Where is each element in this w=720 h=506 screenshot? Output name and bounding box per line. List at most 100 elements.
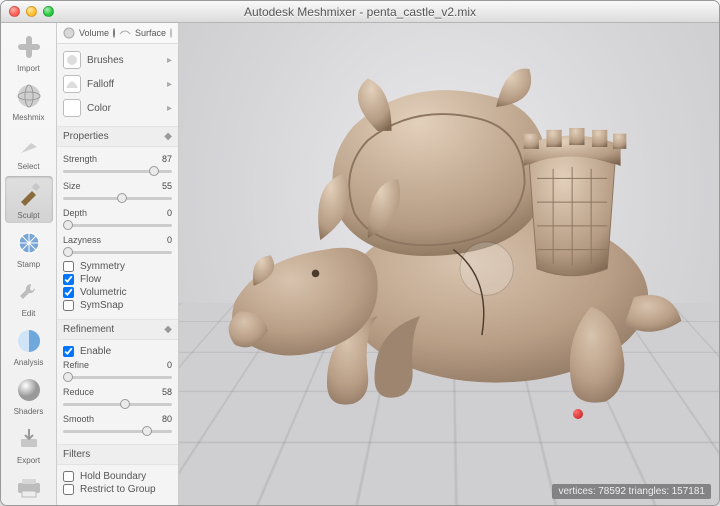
minimize-button[interactable] xyxy=(26,6,37,17)
filters-header-label: Filters xyxy=(63,449,90,460)
status-bar: vertices: 78592 triangles: 157181 xyxy=(552,484,711,499)
tool-shaders[interactable]: Shaders xyxy=(5,372,53,419)
smooth-label: Smooth xyxy=(63,414,94,424)
depth-label: Depth xyxy=(63,208,87,218)
disclosure-icon: ◆ xyxy=(164,324,172,335)
zoom-button[interactable] xyxy=(43,6,54,17)
tool-edit-label: Edit xyxy=(22,309,36,318)
viewport-3d[interactable]: vertices: 78592 triangles: 157181 xyxy=(179,23,719,505)
app-window: Autodesk Meshmixer - penta_castle_v2.mix… xyxy=(0,0,720,506)
mode-bar: Volume Surface xyxy=(57,23,178,44)
window-title: Autodesk Meshmixer - penta_castle_v2.mix xyxy=(1,5,719,19)
refinement-body: Enable Refine0 Reduce58 Smooth80 xyxy=(57,340,178,444)
tool-shaders-label: Shaders xyxy=(14,407,44,416)
triangles-value: 157181 xyxy=(672,486,705,497)
content-area: Import Meshmix Select Sculpt Stamp Edit xyxy=(1,23,719,505)
printer-icon xyxy=(14,473,44,503)
refine-slider[interactable] xyxy=(63,376,172,379)
tool-analysis-label: Analysis xyxy=(14,358,44,367)
color-swatch-icon xyxy=(63,99,81,117)
tool-edit[interactable]: Edit xyxy=(5,274,53,321)
properties-panel: Volume Surface Brushes▸ Falloff▸ Color▸ … xyxy=(57,23,179,505)
tool-select-label: Select xyxy=(17,162,39,171)
model-triceratops-castle xyxy=(211,52,686,447)
falloff-label: Falloff xyxy=(87,79,114,90)
tool-sculpt-label: Sculpt xyxy=(17,211,39,220)
strength-value: 87 xyxy=(162,154,172,164)
reduce-label: Reduce xyxy=(63,387,94,397)
tool-stamp[interactable]: Stamp xyxy=(5,225,53,272)
size-slider[interactable] xyxy=(63,197,172,200)
chevron-right-icon: ▸ xyxy=(167,79,172,90)
plus-icon xyxy=(14,32,44,62)
symmetry-label: Symmetry xyxy=(80,261,125,272)
lazyness-value: 0 xyxy=(167,235,172,245)
triangles-label: triangles: xyxy=(629,486,670,497)
vertices-value: 78592 xyxy=(598,486,626,497)
tool-print[interactable]: Print xyxy=(5,470,53,506)
sphere-icon xyxy=(14,81,44,111)
enable-checkbox[interactable] xyxy=(63,346,74,357)
chevron-right-icon: ▸ xyxy=(167,103,172,114)
mode-surface-label: Surface xyxy=(135,28,166,38)
tool-stamp-label: Stamp xyxy=(17,260,40,269)
symmetry-checkbox[interactable] xyxy=(63,261,74,272)
brush-pickers: Brushes ▸ Falloff ▸ Color ▸ xyxy=(57,44,178,126)
flow-checkbox[interactable] xyxy=(63,274,74,285)
surface-mini-icon xyxy=(119,27,131,39)
size-label: Size xyxy=(63,181,81,191)
brush-swatch-icon xyxy=(63,51,81,69)
color-label: Color xyxy=(87,103,111,114)
mode-volume-radio[interactable] xyxy=(113,28,115,38)
cursor-indicator xyxy=(573,409,583,419)
tool-sidebar: Import Meshmix Select Sculpt Stamp Edit xyxy=(1,23,57,505)
reduce-slider[interactable] xyxy=(63,403,172,406)
strength-slider[interactable] xyxy=(63,170,172,173)
filters-header[interactable]: Filters xyxy=(57,444,178,465)
refine-value: 0 xyxy=(167,360,172,370)
hold-boundary-checkbox[interactable] xyxy=(63,471,74,482)
volumetric-label: Volumetric xyxy=(80,287,127,298)
tool-meshmix[interactable]: Meshmix xyxy=(5,78,53,125)
refine-label: Refine xyxy=(63,360,89,370)
chevron-right-icon: ▸ xyxy=(167,55,172,66)
traffic-lights xyxy=(9,6,54,17)
falloff-picker[interactable]: Falloff ▸ xyxy=(63,72,172,96)
volumetric-checkbox[interactable] xyxy=(63,287,74,298)
stamp-icon xyxy=(14,228,44,258)
color-picker[interactable]: Color ▸ xyxy=(63,96,172,120)
smooth-slider[interactable] xyxy=(63,430,172,433)
strength-label: Strength xyxy=(63,154,97,164)
properties-header[interactable]: Properties ◆ xyxy=(57,126,178,147)
title-bar[interactable]: Autodesk Meshmixer - penta_castle_v2.mix xyxy=(1,1,719,23)
tool-meshmix-label: Meshmix xyxy=(12,113,44,122)
tool-analysis[interactable]: Analysis xyxy=(5,323,53,370)
shader-ball-icon xyxy=(14,375,44,405)
analysis-icon xyxy=(14,326,44,356)
restrict-group-checkbox[interactable] xyxy=(63,484,74,495)
tool-import[interactable]: Import xyxy=(5,29,53,76)
tool-sculpt[interactable]: Sculpt xyxy=(5,176,53,223)
tool-export[interactable]: Export xyxy=(5,421,53,468)
tool-export-label: Export xyxy=(17,456,40,465)
brushes-picker[interactable]: Brushes ▸ xyxy=(63,48,172,72)
export-icon xyxy=(14,424,44,454)
lazyness-slider[interactable] xyxy=(63,251,172,254)
properties-body: Strength87 Size55 Depth0 Lazyness0 Symme… xyxy=(57,147,178,319)
falloff-swatch-icon xyxy=(63,75,81,93)
arrow-icon xyxy=(14,130,44,160)
symsnap-label: SymSnap xyxy=(80,300,123,311)
wrench-icon xyxy=(14,277,44,307)
close-button[interactable] xyxy=(9,6,20,17)
depth-slider[interactable] xyxy=(63,224,172,227)
properties-header-label: Properties xyxy=(63,131,109,142)
size-value: 55 xyxy=(162,181,172,191)
disclosure-icon: ◆ xyxy=(164,131,172,142)
hold-boundary-label: Hold Boundary xyxy=(80,471,146,482)
mode-surface-radio[interactable] xyxy=(170,28,172,38)
brushes-label: Brushes xyxy=(87,55,124,66)
sphere-mini-icon xyxy=(63,27,75,39)
tool-select[interactable]: Select xyxy=(5,127,53,174)
symsnap-checkbox[interactable] xyxy=(63,300,74,311)
refinement-header[interactable]: Refinement◆ xyxy=(57,319,178,340)
